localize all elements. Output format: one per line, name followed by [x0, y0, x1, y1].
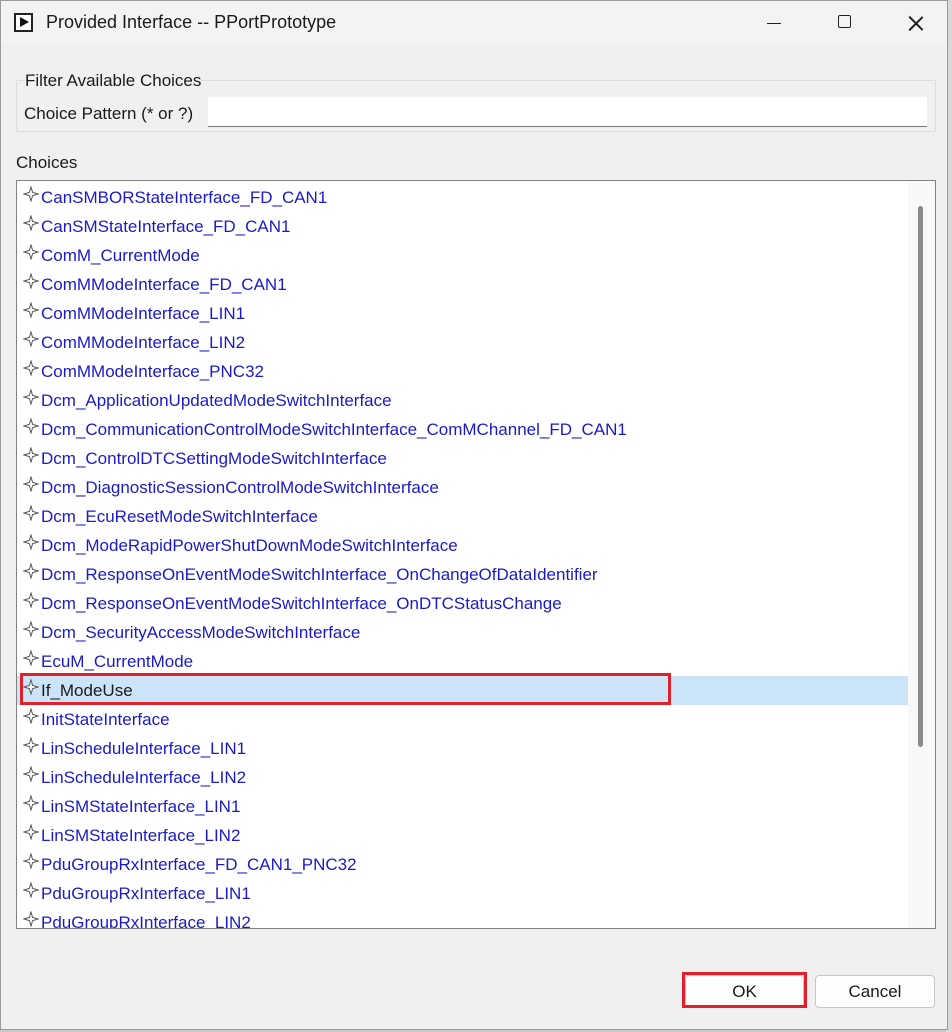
list-item[interactable]: LinScheduleInterface_LIN1	[17, 734, 909, 763]
mode-interface-icon	[23, 504, 39, 521]
list-item-label: Dcm_ControlDTCSettingModeSwitchInterface	[41, 448, 387, 468]
mode-interface-icon	[23, 678, 39, 695]
mode-interface-icon	[23, 620, 39, 637]
mode-interface-icon	[23, 533, 39, 550]
list-item[interactable]: Dcm_ControlDTCSettingModeSwitchInterface	[17, 444, 909, 473]
list-item-label: LinSMStateInterface_LIN2	[41, 825, 241, 845]
list-item-label: Dcm_ResponseOnEventModeSwitchInterface_O…	[41, 593, 562, 613]
mode-interface-icon	[23, 910, 39, 927]
mode-interface-icon	[23, 214, 39, 231]
mode-interface-icon	[23, 562, 39, 579]
list-item-label: EcuM_CurrentMode	[41, 651, 194, 671]
list-item[interactable]: Dcm_DiagnosticSessionControlModeSwitchIn…	[17, 473, 909, 502]
list-item-label: CanSMStateInterface_FD_CAN1	[41, 216, 291, 236]
maximize-button[interactable]	[813, 1, 877, 45]
list-item-label: PduGroupRxInterface_FD_CAN1_PNC32	[41, 854, 357, 874]
choices-scrollbar-thumb[interactable]	[918, 206, 923, 747]
list-item[interactable]: LinSMStateInterface_LIN2	[17, 821, 909, 850]
app-play-icon	[14, 13, 33, 32]
list-item[interactable]: Dcm_SecurityAccessModeSwitchInterface	[17, 618, 909, 647]
list-item-label: ComMModeInterface_PNC32	[41, 361, 264, 381]
list-item-label: PduGroupRxInterface_LIN2	[41, 912, 251, 929]
list-item[interactable]: ComMModeInterface_LIN2	[17, 328, 909, 357]
list-item[interactable]: ComMModeInterface_FD_CAN1	[17, 270, 909, 299]
list-item[interactable]: Dcm_ApplicationUpdatedModeSwitchInterfac…	[17, 386, 909, 415]
list-item[interactable]: Dcm_CommunicationControlModeSwitchInterf…	[17, 415, 909, 444]
mode-interface-icon	[23, 591, 39, 608]
list-item-label: Dcm_CommunicationControlModeSwitchInterf…	[41, 419, 627, 439]
mode-interface-icon	[23, 417, 39, 434]
list-item-label: PduGroupRxInterface_LIN1	[41, 883, 251, 903]
list-item-selected[interactable]: If_ModeUse	[17, 676, 909, 705]
mode-interface-icon	[23, 301, 39, 318]
mode-interface-icon	[23, 272, 39, 289]
choice-pattern-label: Choice Pattern (* or ?)	[24, 104, 194, 123]
mode-interface-icon	[23, 388, 39, 405]
mode-interface-icon	[23, 852, 39, 869]
list-item[interactable]: CanSMBORStateInterface_FD_CAN1	[17, 183, 909, 212]
list-item[interactable]: PduGroupRxInterface_FD_CAN1_PNC32	[17, 850, 909, 879]
list-item[interactable]: ComMModeInterface_PNC32	[17, 357, 909, 386]
title-bar[interactable]: Provided Interface -- PPortPrototype	[1, 1, 947, 45]
list-item[interactable]: PduGroupRxInterface_LIN2	[17, 908, 909, 929]
mode-interface-icon	[23, 330, 39, 347]
list-item-label: ComMModeInterface_LIN1	[41, 303, 246, 323]
list-item[interactable]: ComM_CurrentMode	[17, 241, 909, 270]
list-item[interactable]: EcuM_CurrentMode	[17, 647, 909, 676]
list-item[interactable]: InitStateInterface	[17, 705, 909, 734]
mode-interface-icon	[23, 794, 39, 811]
mode-interface-icon	[23, 359, 39, 376]
mode-interface-icon	[23, 649, 39, 666]
list-item-label: ComM_CurrentMode	[41, 245, 200, 265]
list-item-label: If_ModeUse	[41, 680, 133, 700]
mode-interface-icon	[23, 881, 39, 898]
mode-interface-icon	[23, 707, 39, 724]
choices-label: Choices	[16, 153, 78, 172]
list-item-label: LinScheduleInterface_LIN2	[41, 767, 247, 787]
list-item[interactable]: ComMModeInterface_LIN1	[17, 299, 909, 328]
list-item[interactable]: Dcm_EcuResetModeSwitchInterface	[17, 502, 909, 531]
list-item-label: Dcm_ApplicationUpdatedModeSwitchInterfac…	[41, 390, 392, 410]
list-item[interactable]: CanSMStateInterface_FD_CAN1	[17, 212, 909, 241]
list-item[interactable]: PduGroupRxInterface_LIN1	[17, 879, 909, 908]
choice-pattern-input[interactable]	[208, 97, 927, 127]
list-item-label: Dcm_SecurityAccessModeSwitchInterface	[41, 622, 361, 642]
mode-interface-icon	[23, 475, 39, 492]
list-item[interactable]: LinSMStateInterface_LIN1	[17, 792, 909, 821]
list-item-label: ComMModeInterface_FD_CAN1	[41, 274, 287, 294]
mode-interface-icon	[23, 765, 39, 782]
close-button[interactable]	[883, 1, 947, 45]
list-item[interactable]: LinScheduleInterface_LIN2	[17, 763, 909, 792]
choices-list[interactable]: CanSMBORStateInterface_FD_CAN1 CanSMState…	[16, 180, 936, 929]
list-item-label: CanSMBORStateInterface_FD_CAN1	[41, 187, 328, 207]
mode-interface-icon	[23, 823, 39, 840]
window-title: Provided Interface -- PPortPrototype	[46, 12, 337, 32]
list-item-label: ComMModeInterface_LIN2	[41, 332, 246, 352]
mode-interface-icon	[23, 185, 39, 202]
mode-interface-icon	[23, 243, 39, 260]
list-item[interactable]: Dcm_ResponseOnEventModeSwitchInterface_O…	[17, 589, 909, 618]
cancel-button[interactable]: Cancel	[815, 975, 935, 1008]
list-item-label: Dcm_ResponseOnEventModeSwitchInterface_O…	[41, 564, 598, 584]
list-item-label: Dcm_DiagnosticSessionControlModeSwitchIn…	[41, 477, 439, 497]
mode-interface-icon	[23, 736, 39, 753]
list-item-label: LinScheduleInterface_LIN1	[41, 738, 247, 758]
list-item-label: Dcm_ModeRapidPowerShutDownModeSwitchInte…	[41, 535, 458, 555]
ok-button[interactable]: OK	[685, 975, 804, 1008]
choices-list-items: CanSMBORStateInterface_FD_CAN1 CanSMState…	[17, 183, 909, 929]
mode-interface-icon	[23, 446, 39, 463]
list-item-label: LinSMStateInterface_LIN1	[41, 796, 241, 816]
list-item-label: Dcm_EcuResetModeSwitchInterface	[41, 506, 318, 526]
filter-group-label: Filter Available Choices	[25, 71, 202, 91]
list-item[interactable]: Dcm_ResponseOnEventModeSwitchInterface_O…	[17, 560, 909, 589]
minimize-button[interactable]	[741, 1, 805, 45]
list-item-label: InitStateInterface	[41, 709, 170, 729]
list-item[interactable]: Dcm_ModeRapidPowerShutDownModeSwitchInte…	[17, 531, 909, 560]
